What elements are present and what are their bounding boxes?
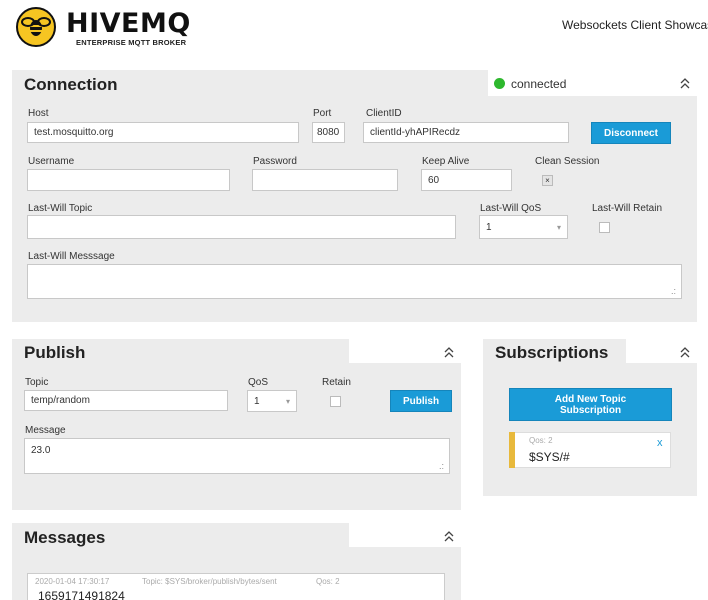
lastwill-qos-value: 1 <box>486 221 492 233</box>
publish-retain-label: Retain <box>322 377 351 388</box>
message-topic: Topic: $SYS/broker/publish/bytes/sent <box>142 577 277 586</box>
collapse-messages-icon[interactable] <box>443 529 455 546</box>
collapse-connection-icon[interactable] <box>679 76 691 93</box>
publish-message-label: Message <box>25 425 66 436</box>
add-subscription-button[interactable]: Add New Topic Subscription <box>509 388 672 421</box>
lastwill-retain-checkbox[interactable] <box>599 222 610 233</box>
clientid-input[interactable]: clientId-yhAPIRecdz <box>363 122 569 143</box>
lastwill-retain-label: Last-Will Retain <box>592 203 663 214</box>
hivemq-bee-logo-icon <box>16 7 56 47</box>
publish-button[interactable]: Publish <box>390 390 452 412</box>
lastwill-qos-select[interactable]: 1 ▾ <box>479 215 568 239</box>
subscription-item[interactable]: Qos: 2 $SYS/# x <box>509 432 671 468</box>
resize-handle-icon[interactable]: .: <box>439 461 444 471</box>
password-label: Password <box>253 156 297 167</box>
connection-status: connected <box>511 77 567 91</box>
username-label: Username <box>28 156 75 167</box>
chevron-down-icon: ▾ <box>556 222 561 232</box>
publish-topic-input[interactable]: temp/random <box>24 390 228 411</box>
subscription-topic: $SYS/# <box>529 450 570 464</box>
message-item: 2020-01-04 17:30:17 Topic: $SYS/broker/p… <box>27 573 445 600</box>
collapse-publish-icon[interactable] <box>443 345 455 362</box>
host-label: Host <box>28 108 49 119</box>
keepalive-label: Keep Alive <box>422 156 470 167</box>
username-input[interactable] <box>27 169 230 191</box>
clean-session-label: Clean Session <box>535 156 600 167</box>
clientid-label: ClientID <box>366 108 402 119</box>
publish-title: Publish <box>24 343 86 362</box>
publish-qos-label: QoS <box>248 377 269 388</box>
lastwill-topic-label: Last-Will Topic <box>28 203 93 214</box>
lastwill-message-textarea[interactable] <box>27 264 682 299</box>
keepalive-input[interactable]: 60 <box>421 169 512 191</box>
publish-qos-select[interactable]: 1 ▾ <box>247 390 297 412</box>
brand-logo-text: HIVEMQ <box>66 8 191 39</box>
publish-topic-label: Topic <box>25 377 49 388</box>
host-input[interactable]: test.mosquitto.org <box>27 122 299 143</box>
publish-panel <box>12 339 461 510</box>
port-label: Port <box>313 108 332 119</box>
message-time: 2020-01-04 17:30:17 <box>35 577 110 586</box>
resize-handle-icon[interactable]: .: <box>671 286 676 296</box>
lastwill-message-label: Last-Will Messsage <box>28 251 115 262</box>
app-title: Websockets Client Showcase <box>562 18 708 32</box>
subscriptions-title: Subscriptions <box>495 343 609 362</box>
connection-title: Connection <box>24 75 118 94</box>
password-input[interactable] <box>252 169 398 191</box>
publish-message-textarea[interactable]: 23.0 <box>24 438 450 474</box>
messages-title: Messages <box>24 528 106 547</box>
clean-session-checkbox[interactable]: × <box>542 175 553 186</box>
publish-qos-value: 1 <box>254 395 260 407</box>
disconnect-button[interactable]: Disconnect <box>591 122 671 144</box>
collapse-subscriptions-icon[interactable] <box>679 345 691 362</box>
subscription-color-bar <box>509 432 515 468</box>
lastwill-qos-label: Last-Will QoS <box>480 203 542 214</box>
chevron-down-icon: ▾ <box>285 396 290 406</box>
lastwill-topic-input[interactable] <box>27 215 456 239</box>
brand-subtitle: ENTERPRISE MQTT BROKER <box>76 38 187 47</box>
message-qos: Qos: 2 <box>316 577 340 586</box>
publish-retain-checkbox[interactable] <box>330 396 341 407</box>
message-payload: 1659171491824 <box>38 589 125 600</box>
remove-subscription-icon[interactable]: x <box>657 437 663 449</box>
status-dot-icon <box>494 78 505 89</box>
subscription-qos: Qos: 2 <box>529 436 553 445</box>
port-input[interactable]: 8080 <box>312 122 345 143</box>
